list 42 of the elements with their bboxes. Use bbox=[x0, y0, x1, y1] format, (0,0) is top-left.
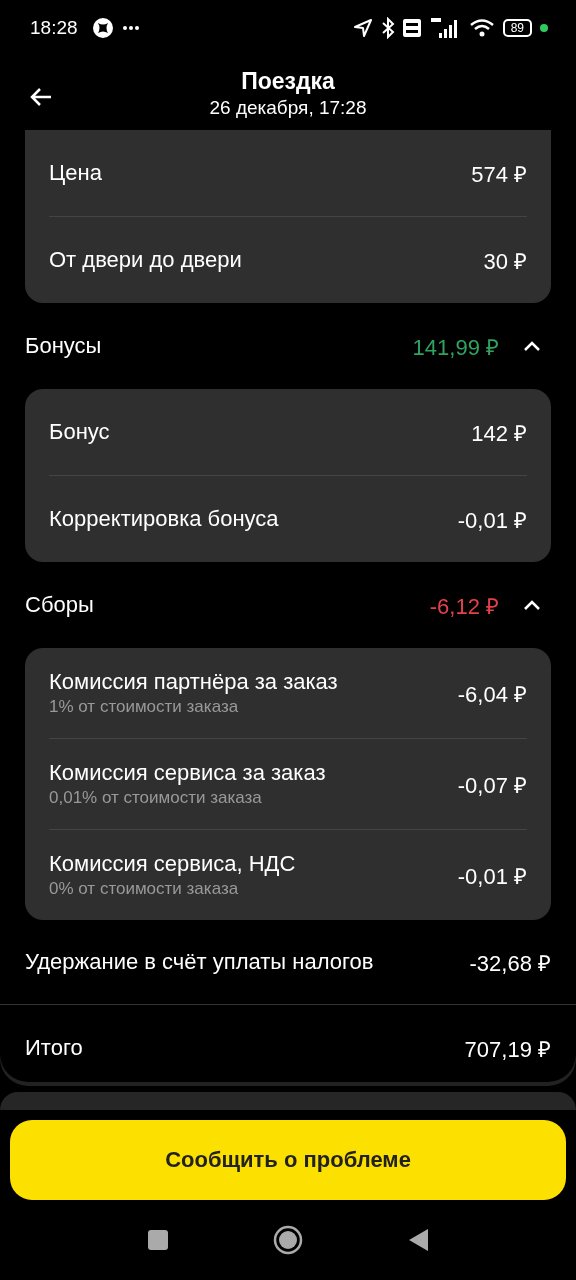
row-note: 0,01% от стоимости заказа bbox=[49, 788, 263, 808]
home-icon[interactable] bbox=[273, 1225, 303, 1255]
total-label: Итого bbox=[25, 1035, 83, 1061]
row-amount: 30 ₽ bbox=[483, 248, 527, 275]
trip-date: 26 декабря, 17:28 bbox=[209, 96, 367, 119]
row-amount: -6,04 ₽ bbox=[457, 681, 527, 708]
row-amount: 574 ₽ bbox=[471, 161, 527, 188]
row-label: Корректировка бонуса bbox=[49, 506, 279, 532]
report-problem-button[interactable]: Сообщить о проблеме bbox=[10, 1120, 566, 1200]
row-amount: -0,07 ₽ bbox=[457, 772, 527, 799]
section-title: Бонусы bbox=[25, 333, 103, 359]
status-time: 18:28 bbox=[30, 17, 78, 39]
wifi-icon bbox=[468, 18, 495, 38]
total-amount: 707,19 ₽ bbox=[464, 1036, 551, 1063]
row-note: 0% от стоимости заказа bbox=[49, 879, 240, 899]
row-label: Комиссия сервиса, НДС bbox=[49, 851, 296, 877]
back-nav-icon[interactable] bbox=[407, 1228, 429, 1252]
section-total: -6,12 ₽ bbox=[429, 593, 499, 620]
row-label: Комиссия сервиса за заказ bbox=[49, 760, 326, 786]
row-note: 1% от стоимости заказа bbox=[49, 697, 240, 717]
privacy-indicator-icon bbox=[540, 24, 548, 32]
screen-title: Поездка bbox=[240, 67, 336, 95]
back-icon[interactable] bbox=[29, 86, 53, 108]
chevron-icon[interactable] bbox=[523, 599, 541, 611]
recents-icon[interactable] bbox=[147, 1229, 169, 1251]
row-amount: -0,01 ₽ bbox=[457, 863, 527, 890]
row-label: Бонус bbox=[49, 419, 110, 445]
chevron-icon[interactable] bbox=[523, 340, 541, 352]
battery-level: 89 bbox=[502, 19, 532, 37]
more-icon bbox=[121, 25, 140, 31]
row-label: Комиссия партнёра за заказ bbox=[49, 669, 338, 695]
row-label: Цена bbox=[49, 160, 102, 186]
location-icon bbox=[352, 18, 373, 38]
section-title: Сборы bbox=[25, 592, 95, 618]
row-amount: 142 ₽ bbox=[471, 420, 527, 447]
section-total: 141,99 ₽ bbox=[412, 334, 499, 361]
tax-amount: -32,68 ₽ bbox=[469, 950, 551, 977]
tax-label: Удержание в счёт уплаты налогов bbox=[25, 949, 374, 975]
bluetooth-icon bbox=[380, 17, 395, 39]
app-notification-icon bbox=[91, 17, 114, 39]
row-amount: -0,01 ₽ bbox=[457, 507, 527, 534]
row-label: От двери до двери bbox=[49, 247, 242, 273]
